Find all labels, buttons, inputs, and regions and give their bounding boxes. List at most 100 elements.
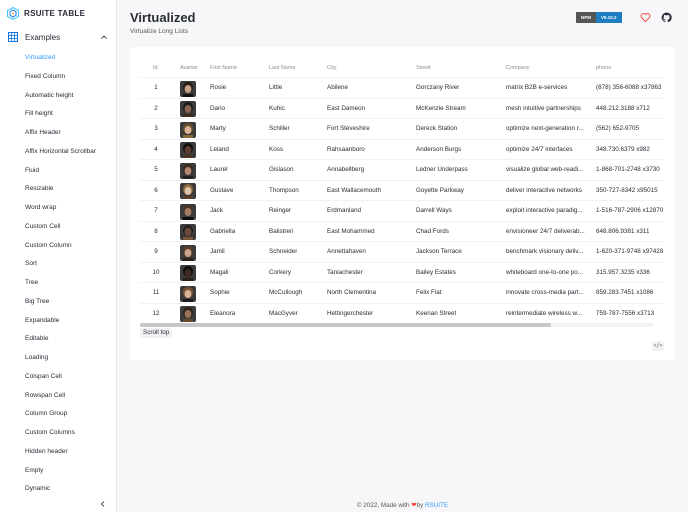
cell-id: 9 <box>154 248 158 255</box>
cell-first: Sophie <box>210 289 230 296</box>
sidebar-item[interactable]: Expandable <box>0 312 117 331</box>
cell-company: innovate cross-media part... <box>506 289 584 296</box>
cell-id: 3 <box>154 125 158 132</box>
column-header[interactable]: phone <box>596 60 611 77</box>
cell-id: 8 <box>154 227 158 235</box>
brand[interactable]: RSUITE TABLE <box>7 6 85 20</box>
cell-city: East Mohammed <box>327 227 375 235</box>
sidebar-item[interactable]: Colspan Cell <box>0 368 117 387</box>
sidebar-item[interactable]: Fixed Column <box>0 68 117 87</box>
table-row[interactable]: 4 Leland Koss Rahsaanboro Anderson Burgs opti… <box>140 138 664 160</box>
cell-street: Keenan Street <box>416 309 457 317</box>
cell-last: Kuhic <box>269 104 285 112</box>
avatar <box>180 101 196 117</box>
cell-street: Dereck Station <box>416 125 458 132</box>
cell-first: Rosie <box>210 84 227 91</box>
column-header[interactable]: Id <box>153 60 158 77</box>
table-row[interactable]: 8 Gabriella Balistreri East Mohammed Chad Fo… <box>140 220 664 242</box>
sidebar-item[interactable]: Loading <box>0 349 117 368</box>
cell-phone: (562) 652-9705 <box>596 125 640 132</box>
heart-icon[interactable] <box>640 12 651 23</box>
sidebar-item[interactable]: Fluid <box>0 162 117 181</box>
cell-street: Jackson Terrace <box>416 248 462 255</box>
table-row[interactable]: 12 Eleanora MacGyver Hettingerchester Keenan… <box>140 302 664 324</box>
cell-city: Taniachester <box>327 268 363 276</box>
cell-phone: 315.957.3235 x336 <box>596 268 650 276</box>
cell-phone: 348.730.6379 x982 <box>596 145 650 153</box>
sidebar-item[interactable]: Sort <box>0 255 117 274</box>
avatar <box>180 306 196 322</box>
cell-phone: (878) 356-6088 x37863 <box>596 84 662 91</box>
sidebar-item[interactable]: Custom Columns <box>0 424 117 443</box>
cell-first: Eleanora <box>210 309 236 317</box>
page-subtitle: Virtualize Long Lists <box>130 28 189 35</box>
cell-street: Chad Fords <box>416 227 449 235</box>
brand-name: RSUITE TABLE <box>24 8 86 18</box>
sidebar-item[interactable]: Dynamic <box>0 480 117 499</box>
cell-first: Jamil <box>210 248 225 255</box>
cell-company: optimize next-generation r... <box>506 125 584 132</box>
table-row[interactable]: 5 Laurel Gislason Annabellberg Ledner Underp… <box>140 159 664 180</box>
footer: © 2022, Made with ❤by RSUITE <box>117 502 688 509</box>
cell-first: Magali <box>210 268 229 276</box>
table-row[interactable]: 6 Gustave Thompson East Wallacemouth Goyette… <box>140 179 664 201</box>
chevron-up-icon <box>101 35 107 39</box>
column-header[interactable]: City <box>327 60 336 77</box>
sidebar-item[interactable]: Big Tree <box>0 293 117 312</box>
npm-badge-version: V5.10.2 <box>596 12 622 23</box>
column-header[interactable]: Last Name <box>269 60 296 77</box>
code-icon[interactable]: </> <box>652 341 664 351</box>
table-row[interactable]: 2 Dario Kuhic East Dameon McKenzie Stream mes… <box>140 97 664 119</box>
sidebar-item[interactable]: Tree <box>0 274 117 293</box>
avatar <box>180 162 196 179</box>
column-header[interactable]: Avartar <box>180 60 198 77</box>
table-row[interactable]: 1 Rosie Little Abilene Gorczany River matrix … <box>140 77 664 98</box>
cell-phone: 1-868-701-2748 x3730 <box>596 166 660 173</box>
sidebar-item[interactable]: Editable <box>0 330 117 349</box>
sidebar-item[interactable]: Affix Horizontal Scrollbar <box>0 143 117 162</box>
page-title: Virtualized <box>130 10 196 25</box>
cell-street: Felix Flat <box>416 289 442 296</box>
sidebar-item[interactable]: Rowspan Cell <box>0 387 117 406</box>
cell-id: 2 <box>154 104 158 112</box>
table-row[interactable]: 10 Magali Corkery Taniachester Bailey Estate… <box>140 261 664 283</box>
sidebar-item[interactable]: Automatic height <box>0 87 117 106</box>
avatar <box>180 121 196 138</box>
sidebar-item[interactable]: Virtualized <box>0 49 117 68</box>
table-header: Id Avartar First Name Last Name City Street Co… <box>140 60 664 77</box>
nav-group-examples[interactable]: Examples <box>0 28 117 46</box>
scroll-top-button[interactable]: Scroll top <box>140 328 173 338</box>
cell-street: McKenzie Stream <box>416 104 466 112</box>
table-row[interactable]: 3 Marty Schiller Fort Steveshire Dereck Stat… <box>140 118 664 139</box>
sidebar-item[interactable]: Word wrap <box>0 199 117 218</box>
github-icon[interactable] <box>661 12 672 23</box>
horizontal-scrollbar-thumb[interactable] <box>140 323 551 327</box>
horizontal-scrollbar[interactable] <box>140 323 654 327</box>
sidebar: RSUITE TABLE Examples Virtualized Fixed C… <box>0 0 117 512</box>
table-row[interactable]: 9 Jamil Schneider Annettahaven Jackson Terra… <box>140 241 664 262</box>
footer-rsuite-link[interactable]: RSUITE <box>425 502 448 509</box>
virtualized-table[interactable]: Id Avartar First Name Last Name City Street Co… <box>140 60 664 328</box>
cell-id: 12 <box>152 309 160 317</box>
sidebar-item[interactable]: Custom Column <box>0 237 117 256</box>
cell-city: Abilene <box>327 84 349 91</box>
sidebar-item[interactable]: Affix Header <box>0 124 117 143</box>
sidebar-item[interactable]: Fill height <box>0 105 117 124</box>
sidebar-item[interactable]: Custom Cell <box>0 218 117 237</box>
cell-street: Anderson Burgs <box>416 145 462 153</box>
table-row[interactable]: 7 Jack Reinger Erdmanland Darrell Ways exploi… <box>140 200 664 221</box>
table-row[interactable]: 11 Sophie McCullough North Clementina Felix … <box>140 282 664 303</box>
chevron-left-icon[interactable] <box>98 499 108 509</box>
cell-first: Gabriella <box>210 227 236 235</box>
sidebar-item[interactable]: Hidden header <box>0 443 117 462</box>
sidebar-item[interactable]: Column Group <box>0 405 117 424</box>
cell-company: whiteboard one-to-one po... <box>506 268 584 276</box>
column-header[interactable]: First Name <box>210 60 237 77</box>
npm-version-badge[interactable]: NPM V5.10.2 <box>576 12 622 23</box>
sidebar-item[interactable]: Empty <box>0 462 117 481</box>
avatar <box>180 285 196 302</box>
sidebar-item[interactable]: Resizable <box>0 180 117 199</box>
column-header[interactable]: Company <box>506 60 530 77</box>
avatar <box>180 265 196 281</box>
column-header[interactable]: Street <box>416 60 431 77</box>
